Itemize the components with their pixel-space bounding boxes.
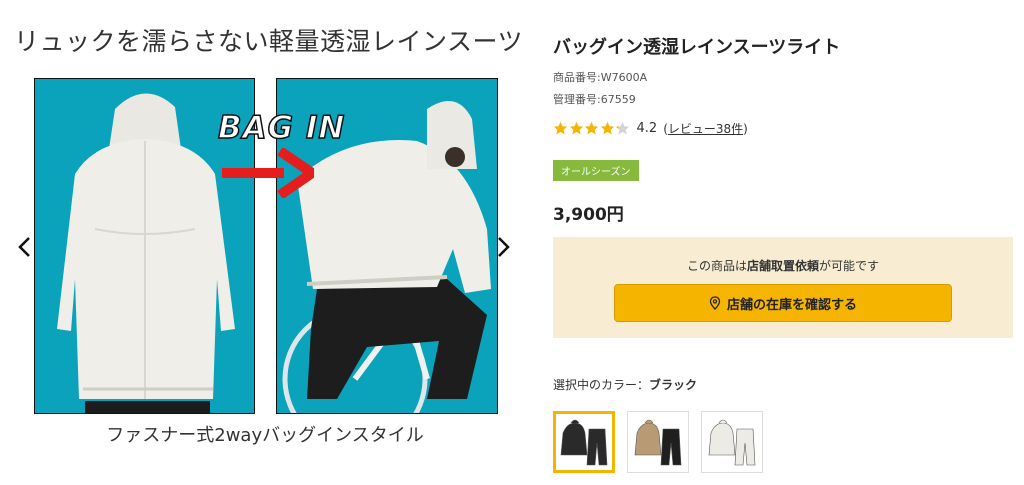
item-number: 商品番号:W7600A — [553, 71, 648, 84]
star-icon — [615, 121, 630, 135]
rating-stars — [553, 121, 631, 136]
rainsuit-thumbnail — [708, 419, 756, 466]
star-icon — [584, 121, 599, 135]
control-number: 管理番号:67559 — [553, 93, 636, 106]
product-price: 3,900円 — [553, 205, 624, 225]
selected-color-label: 選択中のカラー：ブラック — [553, 376, 697, 393]
season-badge: オールシーズン — [553, 160, 639, 181]
store-text-after: が可能です — [819, 259, 880, 273]
color-label-prefix: 選択中のカラー： — [553, 378, 650, 392]
product-image-gallery: リュックを濡らさない軽量透湿レインスーツ BAG IN ファスナー式2wayバッ… — [0, 0, 530, 485]
selected-color-name: ブラック — [649, 378, 698, 392]
color-swatch[interactable] — [553, 411, 615, 473]
rating-score: 4.2 — [636, 121, 658, 136]
slide-caption: ファスナー式2wayバッグインスタイル — [106, 425, 424, 446]
review-close-paren: ) — [743, 121, 748, 136]
color-swatches — [553, 411, 775, 473]
store-pickup-message: この商品は店舗取置依頼が可能です — [553, 257, 1013, 274]
bag-in-overlay-text: BAG IN — [217, 109, 346, 147]
color-swatch[interactable] — [627, 411, 689, 473]
chevron-right-icon — [498, 237, 510, 257]
star-icon — [600, 121, 614, 135]
star-icon — [553, 121, 568, 135]
product-title: バッグイン透湿レインスーツライト — [553, 37, 841, 58]
review-count-link[interactable]: レビュー38件 — [668, 120, 743, 137]
store-pickup-panel: この商品は店舗取置依頼が可能です 店舗の在庫を確認する — [553, 237, 1013, 338]
check-store-stock-label: 店舗の在庫を確認する — [726, 297, 857, 313]
gallery-prev-button[interactable] — [14, 232, 34, 262]
star-icon — [569, 121, 583, 135]
gallery-next-button[interactable] — [494, 232, 514, 262]
chevron-left-icon — [18, 237, 30, 257]
store-text-before: この商品は — [686, 259, 747, 273]
store-text-emphasis: 店舗取置依頼 — [746, 259, 819, 273]
color-swatch[interactable] — [701, 411, 763, 473]
rating-row: 4.2 ( レビュー38件 ) — [553, 120, 748, 137]
rainsuit-thumbnail — [560, 419, 608, 466]
check-store-stock-button[interactable]: 店舗の在庫を確認する — [614, 284, 952, 322]
slide-headline: リュックを濡らさない軽量透湿レインスーツ — [14, 27, 524, 56]
rainsuit-thumbnail — [634, 419, 682, 466]
arrow-right-icon — [222, 148, 314, 198]
location-pin-icon — [709, 296, 721, 310]
